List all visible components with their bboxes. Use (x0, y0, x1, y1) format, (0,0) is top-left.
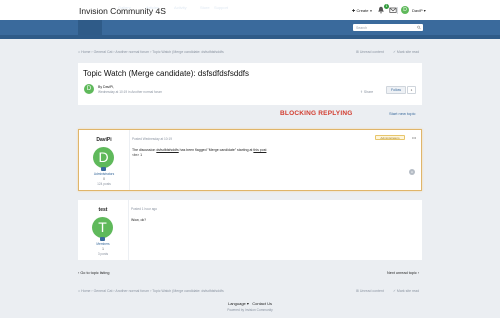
nav-item-articles[interactable]: Articles (146, 5, 159, 10)
reputation-count: 1 (102, 247, 104, 251)
topic-date: Wednesday at 10:19 in Another normal for… (98, 90, 163, 94)
breadcrumb-forum[interactable]: Another normal forum (115, 50, 149, 54)
unread-content-link[interactable]: ⊞ Unread content (356, 50, 384, 54)
post-link[interactable]: dsfsdfdsfsddfs (156, 148, 178, 152)
post-text: has been flagged "Merge candidate" start… (178, 148, 254, 152)
start-new-topic-button[interactable]: Start new topic (389, 111, 415, 116)
post-content-line2: <br> 1 (132, 153, 143, 157)
site-header: Invision Community 4S ✚ Create▼ 1 D Davi… (0, 0, 500, 20)
author-panel: test T Members 1 3 posts (78, 200, 128, 260)
post-link[interactable]: this post (253, 148, 266, 152)
mail-icon[interactable] (389, 6, 397, 14)
breadcrumb-category[interactable]: General Cat (94, 50, 113, 54)
create-label: Create (356, 8, 369, 13)
post-author-name[interactable]: DaviPi (79, 137, 129, 143)
nav-item-forums[interactable]: Forums (83, 5, 98, 10)
go-to-topic-label: Go to topic listing (80, 271, 110, 275)
breadcrumb-forum[interactable]: Another normal forum (115, 289, 149, 293)
post-content: The discussion dsfsdfdsfsddfs has been f… (132, 148, 266, 152)
breadcrumb-bottom: ⌂ Home › General Cat › Another normal fo… (78, 289, 224, 293)
post-date[interactable]: Posted 1 hour ago (131, 207, 157, 211)
nav-item-support[interactable]: Support (214, 5, 228, 10)
user-menu[interactable]: DaviP ▾ (412, 8, 426, 13)
nav-item-gallery[interactable]: Gallery (118, 5, 131, 10)
unread-content-label: Unread content (359, 50, 384, 54)
breadcrumb-topic: Topic Watch (Merge candidate: dsfsdfdsfs… (152, 289, 224, 293)
post-options-icon[interactable]: ••• (412, 135, 416, 140)
nav-active-highlight (78, 20, 102, 35)
share-button[interactable]: ⇪ Share (360, 90, 373, 94)
breadcrumb-home[interactable]: Home (81, 289, 90, 293)
mark-read-label: Mark site read (396, 289, 420, 293)
next-topic-label: Next unread topic (387, 271, 417, 275)
reaction-icon[interactable]: ☺ (409, 169, 415, 175)
sub-nav-bar (0, 35, 500, 39)
chevron-right-icon: › (416, 271, 420, 275)
unread-content-link[interactable]: ⊞ Unread content (356, 289, 384, 293)
mark-read-link[interactable]: ✓ Mark site read (393, 289, 419, 293)
user-group: Administrators (93, 172, 115, 176)
breadcrumb-home[interactable]: Home (81, 50, 90, 54)
status-badge: Administrators (375, 135, 405, 140)
nav-item-store[interactable]: Store (200, 5, 210, 10)
footer-links: Language ▾ Contact Us (0, 301, 500, 306)
post-text: The discussion (132, 148, 157, 152)
author-panel: DaviPi D Administrators 0 124 posts (79, 130, 129, 190)
breadcrumb: ⌂ Home › General Cat › Another normal fo… (78, 50, 224, 54)
contact-us-link[interactable]: Contact Us (252, 301, 272, 306)
follow-button[interactable]: Follow (386, 86, 406, 94)
search-icon[interactable] (417, 25, 421, 30)
topic-author[interactable]: By DaviPi, (98, 85, 114, 89)
mark-read-label: Mark site read (396, 50, 420, 54)
post-content: Wow, ok? (131, 218, 147, 222)
post-count: 3 posts (97, 252, 109, 256)
share-label: Share (363, 90, 374, 94)
topic-header: Topic Watch (Merge candidate): dsfsdfdsf… (78, 63, 422, 105)
post: DaviPi D Administrators 0 124 posts Post… (78, 129, 422, 191)
blocking-replying-notice: BLOCKING REPLYING (280, 110, 353, 117)
user-avatar[interactable]: D (401, 6, 409, 14)
post-author-name[interactable]: test (78, 207, 128, 213)
avatar[interactable]: D (93, 147, 114, 168)
divider (129, 130, 130, 190)
mark-read-link[interactable]: ✓ Mark site read (393, 50, 419, 54)
main-nav (0, 20, 500, 35)
user-group: Members (96, 242, 110, 246)
nav-item-activity[interactable]: Activity (174, 5, 187, 10)
reputation-count: 0 (103, 177, 105, 181)
powered-by[interactable]: Powered by Invision Community (0, 308, 500, 312)
search-input[interactable]: Search (353, 24, 423, 31)
chevron-down-icon: ▼ (369, 9, 373, 13)
follow-count[interactable]: 1 (407, 86, 416, 94)
avatar[interactable]: T (92, 217, 113, 238)
divider (128, 200, 129, 260)
post-count: 124 posts (97, 182, 111, 186)
breadcrumb-category[interactable]: General Cat (94, 289, 113, 293)
rank-icon (101, 167, 106, 171)
topic-title: Topic Watch (Merge candidate): dsfsdfdsf… (83, 69, 249, 78)
author-avatar[interactable]: D (84, 84, 94, 94)
search-placeholder: Search (356, 25, 368, 30)
unread-content-label: Unread content (359, 289, 384, 293)
breadcrumb-topic: Topic Watch (Merge candidate: dsfsdfdsfs… (152, 50, 224, 54)
post: test T Members 1 3 posts Posted 1 hour a… (78, 200, 422, 260)
rank-icon (100, 237, 105, 241)
language-label: Language (227, 301, 246, 306)
next-unread-topic[interactable]: Next unread topic › (387, 271, 419, 275)
go-to-topic-listing[interactable]: ‹ Go to topic listing (78, 271, 109, 275)
header-divider (397, 7, 398, 14)
user-name: DaviP (412, 8, 423, 13)
language-menu[interactable]: Language ▾ (228, 301, 249, 306)
create-button[interactable]: ✚ Create▼ (352, 8, 372, 13)
post-date[interactable]: Posted Wednesday at 10:19 (132, 137, 172, 141)
